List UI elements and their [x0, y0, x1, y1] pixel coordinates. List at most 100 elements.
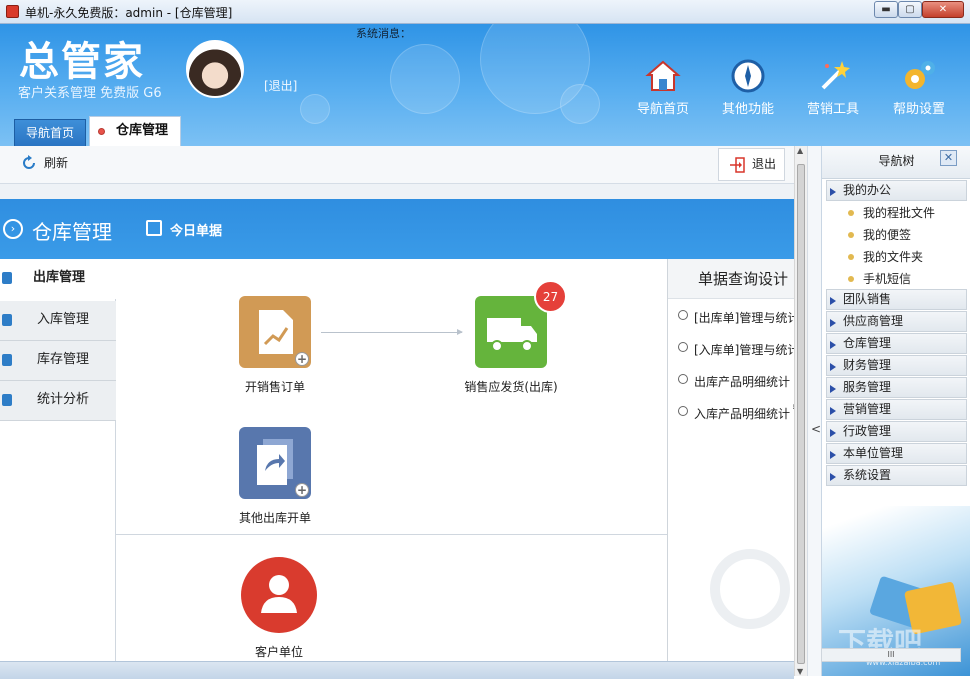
tool-label: 营销工具 [806, 102, 859, 117]
left-nav-inbound[interactable]: 入库管理 [0, 301, 116, 341]
tree-leaf[interactable]: 我的文件夹 [848, 248, 923, 265]
inventory-icon [2, 354, 12, 366]
today-documents-link[interactable]: 今日单据 [146, 220, 222, 239]
tree-group[interactable]: 团队销售 [826, 289, 967, 310]
tree-leaf[interactable]: 手机短信 [848, 270, 911, 287]
client-icon [241, 557, 317, 633]
logout-link[interactable]: [退出] [264, 77, 297, 94]
refresh-icon [23, 155, 35, 169]
window-title: 单机-永久免费版：admin - [仓库管理] [25, 6, 233, 20]
scrollbar-thumb[interactable] [797, 164, 805, 664]
today-documents-label: 今日单据 [170, 224, 223, 239]
pending-shipment-badge: 27 [534, 280, 567, 313]
query-item-label: 入库产品明细统计 [694, 407, 791, 421]
tree-group[interactable]: 服务管理 [826, 377, 967, 398]
flow-arrow [321, 329, 463, 335]
shipment-icon [475, 296, 547, 368]
gears-icon [905, 61, 935, 89]
tool-label: 其他功能 [721, 102, 774, 117]
tool-label: 帮助设置 [892, 102, 945, 117]
tab-home[interactable]: 导航首页 [14, 119, 86, 146]
nav-tree-panel: 导航树 ✕ 我的办公 我的程批文件 我的便签 我的文件夹 手机短信 团队销售 供… [821, 146, 970, 676]
exit-icon [730, 157, 745, 173]
main-panel: + 开销售订单 销售应发货(出库) 27 + 其他出库开单 客户单位 [116, 259, 668, 661]
minimize-button[interactable]: ▬ [874, 1, 898, 18]
close-window-button[interactable]: ✕ [922, 1, 964, 18]
app-tagline: 客户关系管理 免费版 G6 [18, 86, 162, 101]
tree-group[interactable]: 行政管理 [826, 421, 967, 442]
system-message: 系统消息： [356, 27, 411, 40]
tool-help-settings[interactable]: 帮助设置 [877, 58, 961, 117]
query-item-label: [出库单]管理与统计 [694, 311, 794, 325]
add-icon: + [295, 352, 309, 366]
app-header: 总管家 客户关系管理 免费版 G6 [退出] 系统消息： 导航首页 其他功能 营… [0, 24, 970, 146]
tree-leaf[interactable]: 我的程批文件 [848, 204, 935, 221]
tool-marketing[interactable]: 营销工具 [791, 58, 875, 117]
left-nav-inventory[interactable]: 库存管理 [0, 341, 116, 381]
section-header: › 仓库管理 今日单据 [0, 199, 794, 259]
tree-group[interactable]: 财务管理 [826, 355, 967, 376]
query-item[interactable]: 入库产品明细统计 [678, 405, 790, 422]
toolbar: 刷新 退出 [0, 146, 794, 184]
tree-group[interactable]: 供应商管理 [826, 311, 967, 332]
collapse-handle[interactable]: < [807, 146, 821, 676]
search-icon [678, 406, 688, 416]
create-sales-order-tile[interactable]: + 开销售订单 [230, 296, 320, 395]
exit-label: 退出 [752, 157, 777, 171]
chevron-right-icon[interactable]: › [3, 219, 23, 239]
tree-group-office[interactable]: 我的办公 [826, 180, 967, 201]
outbound-icon [2, 272, 12, 284]
tool-nav-home[interactable]: 导航首页 [621, 58, 705, 117]
tile-label: 其他出库开单 [238, 511, 311, 525]
tree-leaf[interactable]: 我的便签 [848, 226, 911, 243]
active-tab-dot-icon [98, 128, 105, 135]
sales-order-icon: + [239, 296, 311, 368]
status-bar [0, 661, 794, 679]
compass-icon [731, 59, 765, 93]
search-icon [678, 342, 688, 352]
truck-icon [487, 318, 537, 352]
client-company-tile[interactable]: 客户单位 [231, 557, 327, 660]
vertical-scrollbar[interactable]: ▲ ▼ [794, 146, 807, 676]
tile-label: 开销售订单 [244, 380, 305, 394]
person-icon [261, 575, 297, 613]
query-item[interactable]: [出库单]管理与统计 [678, 309, 794, 326]
avatar[interactable] [186, 40, 244, 98]
app-icon [6, 5, 19, 18]
tile-label: 销售应发货(出库) [464, 380, 558, 394]
tree-group[interactable]: 营销管理 [826, 399, 967, 420]
query-item[interactable]: 出库产品明细统计 [678, 373, 790, 390]
tree-group[interactable]: 本单位管理 [826, 443, 967, 464]
tab-warehouse[interactable]: 仓库管理 [89, 116, 181, 146]
other-outbound-tile[interactable]: + 其他出库开单 [226, 427, 324, 526]
close-icon[interactable]: ✕ [940, 150, 957, 166]
left-nav-outbound[interactable]: 出库管理 [0, 259, 116, 299]
calendar-icon [146, 220, 162, 236]
scroll-down-icon[interactable]: ▼ [797, 667, 803, 676]
magic-wand-icon [821, 61, 850, 90]
query-item[interactable]: [入库单]管理与统计 [678, 341, 794, 358]
other-outbound-icon: + [239, 427, 311, 499]
tree-group[interactable]: 仓库管理 [826, 333, 967, 354]
search-icon [678, 374, 688, 384]
refresh-button[interactable]: 刷新 [20, 154, 68, 174]
app-logo: 总管家 [19, 39, 145, 85]
maximize-button[interactable]: ▢ [898, 1, 922, 18]
tool-other-functions[interactable]: 其他功能 [706, 58, 790, 117]
nav-tree-title: 导航树 [878, 154, 915, 168]
tree-group[interactable]: 系统设置 [826, 465, 967, 486]
inbound-icon [2, 314, 12, 326]
add-icon: + [295, 483, 309, 497]
search-icon [678, 310, 688, 320]
scroll-up-icon[interactable]: ▲ [797, 146, 803, 155]
exit-button[interactable]: 退出 [718, 148, 785, 181]
tool-label: 导航首页 [636, 102, 689, 117]
decor-bubble [390, 44, 460, 114]
watermark-ring [710, 549, 790, 629]
window-titlebar: 单机-永久免费版：admin - [仓库管理] ▬ ▢ ✕ [0, 0, 970, 24]
left-nav-statistics[interactable]: 统计分析 [0, 381, 116, 421]
left-nav-label: 出库管理 [33, 270, 86, 285]
horizontal-scrollbar[interactable]: III [821, 648, 961, 662]
home-icon [645, 60, 681, 91]
query-panel-title: 单据查询设计 [668, 259, 794, 299]
